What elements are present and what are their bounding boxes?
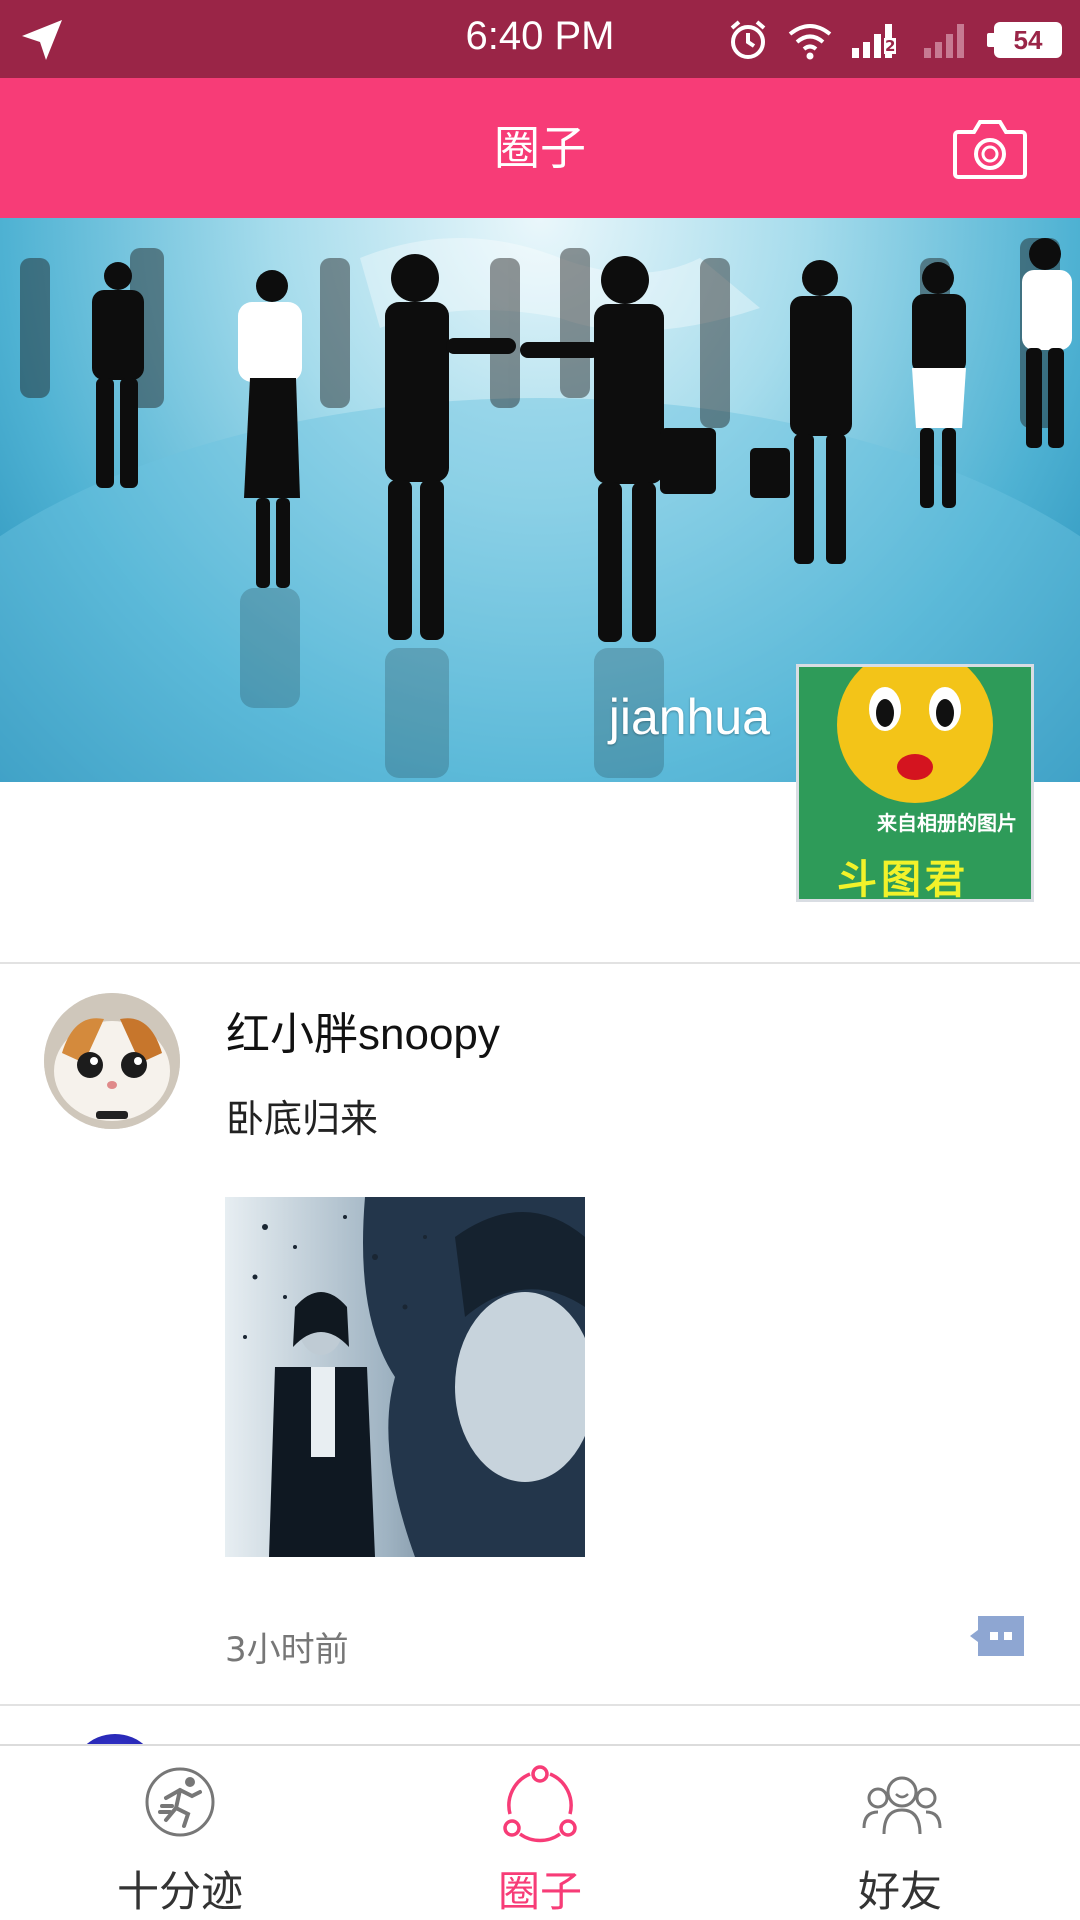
post-username[interactable]: 红小胖snoopy: [226, 998, 500, 1062]
status-icons: 2 54: [726, 16, 1062, 64]
battery-icon: 54: [987, 22, 1062, 58]
post-image[interactable]: [225, 1197, 585, 1557]
friends-icon: [862, 1776, 942, 1835]
signal-icon: 2: [850, 20, 906, 60]
status-bar: 6:40 PM 2 54: [0, 0, 1080, 78]
cover-username[interactable]: jianhua: [570, 688, 770, 746]
tab-circle[interactable]: 圈子: [390, 1746, 690, 1920]
comment-icon[interactable]: [968, 1614, 1026, 1658]
alarm-icon: [730, 20, 766, 59]
circle-share-icon: [503, 1765, 577, 1843]
post-avatar[interactable]: [44, 993, 180, 1129]
profile-avatar[interactable]: 来自相册的图片 斗图君: [796, 664, 1034, 902]
divider: [0, 962, 1080, 964]
camera-icon[interactable]: [952, 116, 1028, 180]
bottom-nav: 十分迹 圈子 好友: [0, 1744, 1080, 1920]
post-text: 卧底归来: [226, 1097, 379, 1141]
cat-face-icon: [44, 993, 180, 1129]
tab-label: 十分迹: [116, 1867, 243, 1916]
signal-weak-icon: [924, 24, 964, 58]
sim-badge: 2: [884, 37, 897, 55]
tab-label: 好友: [857, 1867, 942, 1916]
wifi-icon: [788, 24, 832, 60]
tab-shifenji[interactable]: 十分迹: [30, 1746, 330, 1920]
page-title: 圈子: [494, 121, 586, 175]
avatar-caption: 来自相册的图片: [877, 811, 1017, 835]
avatar-signature: 斗图君: [837, 857, 969, 902]
battery-level: 54: [1013, 24, 1043, 55]
tab-label: 圈子: [497, 1867, 582, 1916]
tab-friends[interactable]: 好友: [750, 1746, 1050, 1920]
divider: [0, 1704, 1080, 1706]
app-header: 圈子: [0, 78, 1080, 218]
post-time: 3小时前: [225, 1630, 349, 1670]
running-man-icon: [145, 1767, 215, 1837]
woman-portrait-image: [225, 1197, 585, 1557]
